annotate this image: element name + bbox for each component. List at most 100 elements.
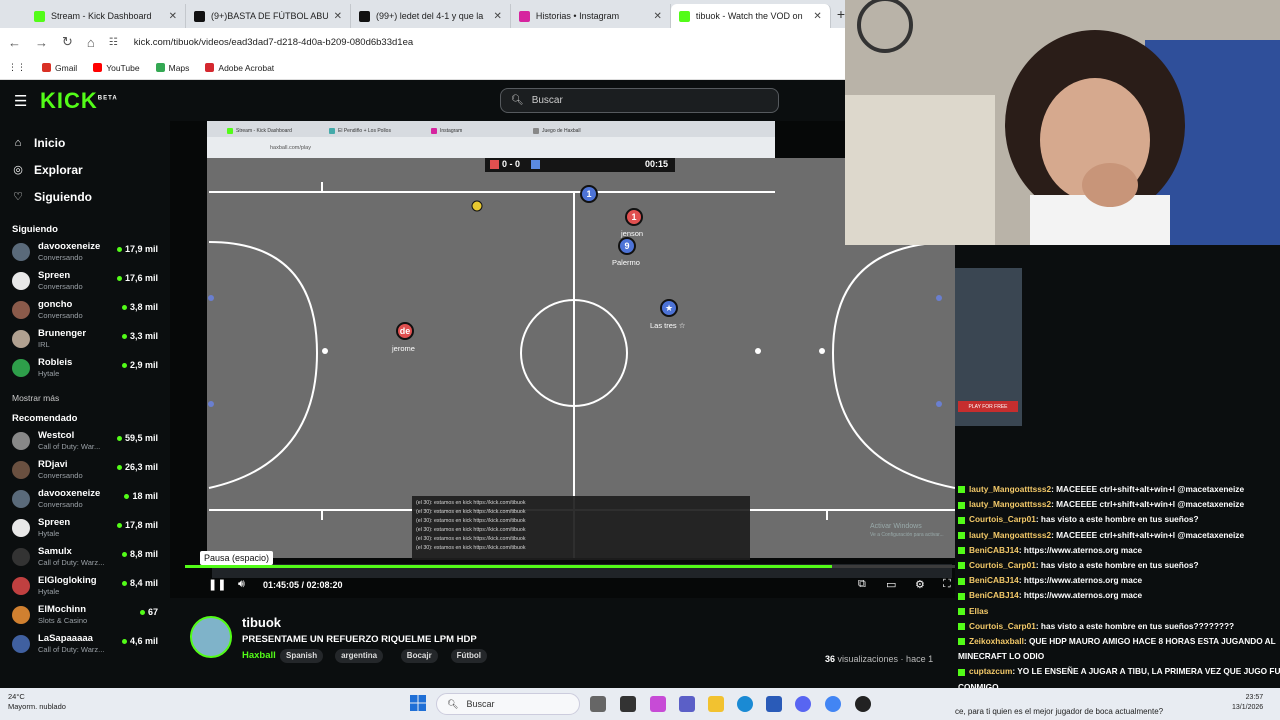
channel-item[interactable]: davooxeneize Conversando 18 mil bbox=[0, 488, 170, 517]
chat-username[interactable]: Ellas bbox=[969, 606, 988, 616]
close-tab-icon[interactable]: ✕ bbox=[334, 11, 342, 22]
edge-icon[interactable] bbox=[737, 696, 753, 712]
chat-username[interactable]: BeniCABJ14 bbox=[969, 545, 1019, 555]
search-icon: 🔍︎ bbox=[447, 698, 459, 709]
browser-tab[interactable]: (9+)BASTA DE FÚTBOL ABURR ✕ bbox=[186, 4, 351, 28]
reload-icon[interactable]: ↻ bbox=[62, 34, 73, 50]
browser-tab[interactable]: Historias • Instagram ✕ bbox=[511, 4, 671, 28]
score: 0 - 0 bbox=[502, 159, 521, 169]
chat-username[interactable]: Courtois_Carp01 bbox=[969, 514, 1036, 524]
theater-icon[interactable]: ▭ bbox=[886, 578, 896, 591]
player-blue-star: ★ bbox=[660, 299, 678, 317]
taskview-icon[interactable] bbox=[620, 696, 636, 712]
channel-item[interactable]: goncho Conversando 3,8 mil bbox=[0, 299, 170, 328]
stream-tag[interactable]: Spanish bbox=[280, 649, 324, 663]
stream-category[interactable]: Haxball bbox=[242, 650, 276, 661]
close-tab-icon[interactable]: ✕ bbox=[169, 11, 177, 22]
live-dot-icon bbox=[124, 493, 130, 499]
chat-username[interactable]: BeniCABJ14 bbox=[969, 575, 1019, 585]
chat-username[interactable]: lauty_Mangoatttsss2 bbox=[969, 484, 1051, 494]
bookmark[interactable]: Adobe Acrobat bbox=[205, 63, 274, 73]
teams-icon[interactable] bbox=[679, 696, 695, 712]
channel-item[interactable]: davooxeneize Conversando 17,9 mil bbox=[0, 241, 170, 270]
channel-item[interactable]: LaSapaaaaa Call of Duty: Warz... 4,6 mil bbox=[0, 633, 170, 662]
stream-title: PRESENTAME UN REFUERZO RIQUELME LPM HDP bbox=[242, 634, 477, 645]
game-ad[interactable]: PLAY FOR FREE bbox=[955, 268, 1022, 426]
volume-icon[interactable]: 🔊︎ bbox=[238, 578, 245, 591]
inner-tab-label: Juego de Haxball bbox=[542, 127, 581, 134]
new-tab-icon[interactable]: + bbox=[837, 6, 845, 22]
nav-siguiendo[interactable]: ♡ Siguiendo bbox=[0, 183, 170, 210]
chat-username[interactable]: lauty_Mangoatttsss2 bbox=[969, 499, 1051, 509]
bookmark[interactable]: Maps bbox=[155, 63, 189, 73]
channel-item[interactable]: Robleis Hytale 2,9 mil bbox=[0, 357, 170, 386]
channel-item[interactable]: ElGlogloking Hytale 8,4 mil bbox=[0, 575, 170, 604]
live-dot-icon bbox=[116, 522, 122, 528]
browser-tab[interactable]: Stream - Kick Dashboard ✕ bbox=[26, 4, 186, 28]
close-tab-icon[interactable]: ✕ bbox=[494, 11, 502, 22]
bookmark[interactable]: Gmail bbox=[42, 63, 77, 73]
copilot-icon[interactable] bbox=[650, 696, 666, 712]
folder-icon[interactable] bbox=[708, 696, 724, 712]
pip-icon[interactable]: ⧉ bbox=[858, 578, 866, 591]
search-input[interactable]: 🔍︎ Buscar bbox=[500, 88, 779, 113]
windows-start-icon[interactable] bbox=[410, 695, 426, 711]
channel-item[interactable]: RDjavi Conversando 26,3 mil bbox=[0, 459, 170, 488]
channel-item[interactable]: Spreen Conversando 17,6 mil bbox=[0, 270, 170, 299]
chat-username[interactable]: lauty_Mangoatttsss2 bbox=[969, 530, 1051, 540]
stream-tag[interactable]: argentina bbox=[335, 649, 384, 663]
bookmark[interactable]: YouTube bbox=[93, 63, 140, 73]
close-tab-icon[interactable]: ✕ bbox=[813, 11, 821, 22]
streamer-name[interactable]: tibuok bbox=[242, 615, 281, 630]
chat-badge-icon bbox=[958, 623, 965, 631]
play-free-button[interactable]: PLAY FOR FREE bbox=[958, 401, 1018, 412]
apps-icon[interactable]: ⋮⋮ bbox=[8, 62, 26, 73]
viewer-count: 67 bbox=[139, 607, 158, 617]
close-tab-icon[interactable]: ✕ bbox=[653, 11, 661, 22]
channel-item[interactable]: Westcol Call of Duty: War... 59,5 mil bbox=[0, 430, 170, 459]
player-name: Palermo bbox=[612, 258, 640, 267]
channel-item[interactable]: ElMochinn Slots & Casino 67 bbox=[0, 604, 170, 633]
browser-tab[interactable]: (99+) ledet del 4-1 y que la ✕ bbox=[351, 4, 511, 28]
chat-username[interactable]: Courtois_Carp01 bbox=[969, 560, 1036, 570]
chrome-icon[interactable] bbox=[825, 696, 841, 712]
store-icon[interactable] bbox=[766, 696, 782, 712]
channel-item[interactable]: Brunenger IRL 3,3 mil bbox=[0, 328, 170, 357]
discord-icon[interactable] bbox=[795, 696, 811, 712]
show-more-link[interactable]: Mostrar más bbox=[0, 386, 170, 411]
channel-item[interactable]: Spreen Hytale 17,8 mil bbox=[0, 517, 170, 546]
obs-icon[interactable] bbox=[855, 696, 871, 712]
browser-tab[interactable]: tibuok - Watch the VOD on ✕ bbox=[670, 4, 831, 28]
viewer-count: 3,8 mil bbox=[121, 302, 158, 312]
chat-username[interactable]: cuptazcum bbox=[969, 666, 1012, 676]
stream-tag[interactable]: Fútbol bbox=[450, 649, 488, 663]
nav-explorar[interactable]: ◎ Explorar bbox=[0, 156, 170, 183]
chat-text: : has visto a este hombre en tus sueños? bbox=[1035, 560, 1199, 570]
avatar bbox=[12, 548, 30, 566]
channel-item[interactable]: Samulx Call of Duty: Warz... 8,8 mil bbox=[0, 546, 170, 575]
home-browser-icon[interactable]: ⌂ bbox=[87, 35, 95, 50]
weather-widget[interactable]: 24°C Mayorm. nublado bbox=[8, 692, 66, 712]
site-info-icon[interactable]: ☷ bbox=[109, 37, 118, 48]
settings-icon[interactable]: ⚙ bbox=[915, 578, 925, 591]
chat-username[interactable]: BeniCABJ14 bbox=[969, 590, 1019, 600]
nav-label: Siguiendo bbox=[34, 189, 92, 204]
pause-icon[interactable]: ❚❚ bbox=[208, 578, 226, 591]
menu-icon[interactable]: ☰ bbox=[14, 92, 27, 110]
streamer-avatar[interactable] bbox=[190, 616, 232, 658]
back-icon[interactable]: ← bbox=[8, 35, 21, 50]
compass-icon: ◎ bbox=[13, 164, 23, 176]
system-clock[interactable]: 23:57 13/1/2026 bbox=[1232, 693, 1263, 713]
chat-username[interactable]: Zeikoxhaxball bbox=[969, 636, 1024, 646]
kick-logo[interactable]: KICKBETA bbox=[40, 88, 118, 114]
explorer-icon[interactable] bbox=[590, 696, 606, 712]
chat-username[interactable]: Courtois_Carp01 bbox=[969, 621, 1036, 631]
taskbar-search[interactable]: 🔍︎ Buscar bbox=[436, 693, 580, 715]
fullscreen-icon[interactable]: ⛶ bbox=[943, 578, 951, 591]
url-field[interactable]: kick.com/tibuok/videos/ead3dad7-d218-4d0… bbox=[134, 37, 413, 48]
nav-inicio[interactable]: ⌂ Inicio bbox=[0, 129, 170, 156]
video-progress-bar[interactable] bbox=[185, 565, 955, 568]
forward-icon[interactable]: → bbox=[35, 35, 48, 50]
stream-tag[interactable]: Bocajr bbox=[400, 649, 438, 663]
clock-date: 13/1/2026 bbox=[1232, 704, 1264, 711]
